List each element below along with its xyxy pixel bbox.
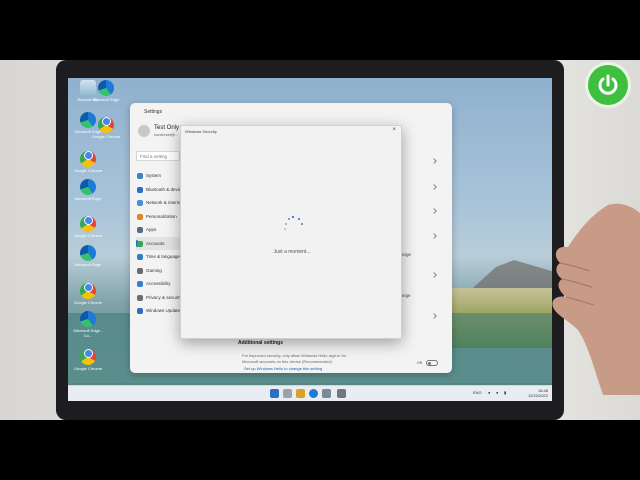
chevron-right-icon[interactable] xyxy=(431,208,437,214)
sidebar-item-time-language[interactable]: Time & language xyxy=(136,250,182,264)
avatar xyxy=(138,125,150,137)
windows-hello-description: For improved security, only allow Window… xyxy=(242,353,347,358)
edge-icon xyxy=(98,80,114,96)
start-icon[interactable] xyxy=(270,389,279,398)
sidebar-item-personalization[interactable]: Personalization xyxy=(136,210,182,224)
sidebar-item-label: Accessibility xyxy=(146,281,171,286)
nav-icon xyxy=(137,308,143,314)
desktop-icon-edge[interactable]: Microsoft Edge xyxy=(70,245,106,275)
chevron-right-icon[interactable] xyxy=(431,272,437,278)
chrome-icon xyxy=(80,215,96,232)
video-frame: Recycle Bin Microsoft Edge Microsoft Edg… xyxy=(0,0,640,480)
desktop-icon-chrome[interactable]: Google Chrome xyxy=(70,146,106,176)
settings-title: Settings xyxy=(144,109,163,115)
sidebar-item-privacy-security[interactable]: Privacy & security xyxy=(136,291,182,305)
sidebar-item-gaming[interactable]: Gaming xyxy=(136,264,182,278)
power-logo-icon xyxy=(588,65,628,105)
nav-icon xyxy=(137,173,143,179)
search-icon[interactable] xyxy=(283,389,292,398)
nav-icon xyxy=(137,294,143,301)
edge-icon xyxy=(80,179,96,195)
sidebar-item-network-internet[interactable]: Network & internet xyxy=(136,196,182,210)
edge-icon xyxy=(80,311,96,327)
nav-icon xyxy=(137,240,143,247)
nav-icon xyxy=(137,254,143,260)
nav-icon xyxy=(137,267,143,274)
volume-icon[interactable]: ● xyxy=(496,390,498,395)
loading-spinner-icon xyxy=(283,216,303,236)
chevron-right-icon[interactable] xyxy=(431,233,437,239)
sidebar-item-accessibility[interactable]: Accessibility xyxy=(136,277,182,291)
desktop-icon-chrome[interactable]: Google Chrome xyxy=(88,112,124,142)
desktop-icon-edge[interactable]: Microsoft Edge xyxy=(88,80,124,110)
edge-icon xyxy=(80,245,96,261)
sidebar-item-bluetooth-devices[interactable]: Bluetooth & devices xyxy=(136,183,182,197)
file-explorer-icon[interactable] xyxy=(296,389,305,398)
user-email: hardreset@... xyxy=(154,132,179,137)
sidebar-item-label: System xyxy=(146,173,162,178)
settings-taskbar-icon[interactable] xyxy=(337,389,346,398)
close-icon[interactable]: × xyxy=(392,127,396,133)
sidebar-item-accounts[interactable]: Accounts xyxy=(136,236,182,250)
sidebar-item-label: Gaming xyxy=(146,267,162,273)
chevron-right-icon[interactable] xyxy=(431,313,437,319)
chrome-icon xyxy=(98,116,114,133)
nav-icon xyxy=(137,200,143,206)
settings-nav: System Bluetooth & devices Network & inter… xyxy=(136,169,182,318)
desktop-icon-edge[interactable]: Microsoft Edge xyxy=(70,179,106,209)
dialog-status: Just a moment... xyxy=(273,249,311,255)
taskbar: ENG ● ● ▮ 16:48 12/22/2022 xyxy=(68,385,552,401)
clock[interactable]: 16:48 12/22/2022 xyxy=(528,388,548,398)
windows-hello-setup-link[interactable]: Set up Windows Hello to change this sett… xyxy=(244,366,322,371)
wifi-icon[interactable]: ● xyxy=(488,390,490,395)
sidebar-item-label: Windows Update xyxy=(146,308,181,313)
sidebar-item-system[interactable]: System xyxy=(136,169,182,183)
edge-icon[interactable] xyxy=(309,389,318,398)
sidebar-item-label: Network & internet xyxy=(146,200,182,205)
find-setting-input[interactable]: Find a setting xyxy=(136,151,180,161)
windows-hello-description-2: Microsoft accounts on this device (Recom… xyxy=(242,359,332,364)
toggle-label: Off xyxy=(416,360,422,365)
chrome-icon xyxy=(80,348,96,365)
additional-settings-heading: Additional settings xyxy=(238,340,283,346)
store-icon[interactable] xyxy=(322,389,331,398)
nav-icon xyxy=(137,281,143,287)
chrome-icon xyxy=(80,150,96,167)
battery-icon[interactable]: ▮ xyxy=(504,390,506,395)
sidebar-item-windows-update[interactable]: Windows Update xyxy=(136,304,182,318)
user-name: Test Only xyxy=(154,125,180,131)
sidebar-item-label: Bluetooth & devices xyxy=(146,186,182,192)
sidebar-item-label: Apps xyxy=(146,227,157,232)
nav-icon xyxy=(137,227,143,233)
chrome-icon xyxy=(80,282,96,299)
sidebar-item-apps[interactable]: Apps xyxy=(136,223,182,237)
language-indicator[interactable]: ENG xyxy=(473,390,482,395)
desktop-icon-chrome[interactable]: Google Chrome xyxy=(70,211,106,241)
dialog-title: Windows Security xyxy=(185,129,217,134)
hand xyxy=(552,203,640,395)
nav-icon xyxy=(137,186,143,193)
windows-hello-toggle[interactable] xyxy=(426,360,438,366)
chevron-right-icon[interactable] xyxy=(431,158,437,164)
sidebar-item-label: Accounts xyxy=(146,240,165,246)
sidebar-item-label: Time & language xyxy=(146,254,180,259)
desktop-icon-edge[interactable]: Microsoft Edge - Co... xyxy=(70,311,106,341)
desktop-icon-chrome[interactable]: Google Chrome xyxy=(70,344,106,374)
chevron-right-icon[interactable] xyxy=(431,184,437,190)
windows-security-dialog: Windows Security × Just a moment... xyxy=(180,125,402,339)
sidebar-item-label: Personalization xyxy=(146,213,177,219)
desktop-icon-chrome[interactable]: Google Chrome xyxy=(70,278,106,308)
sidebar-item-label: Privacy & security xyxy=(146,294,182,300)
nav-icon xyxy=(137,213,143,220)
